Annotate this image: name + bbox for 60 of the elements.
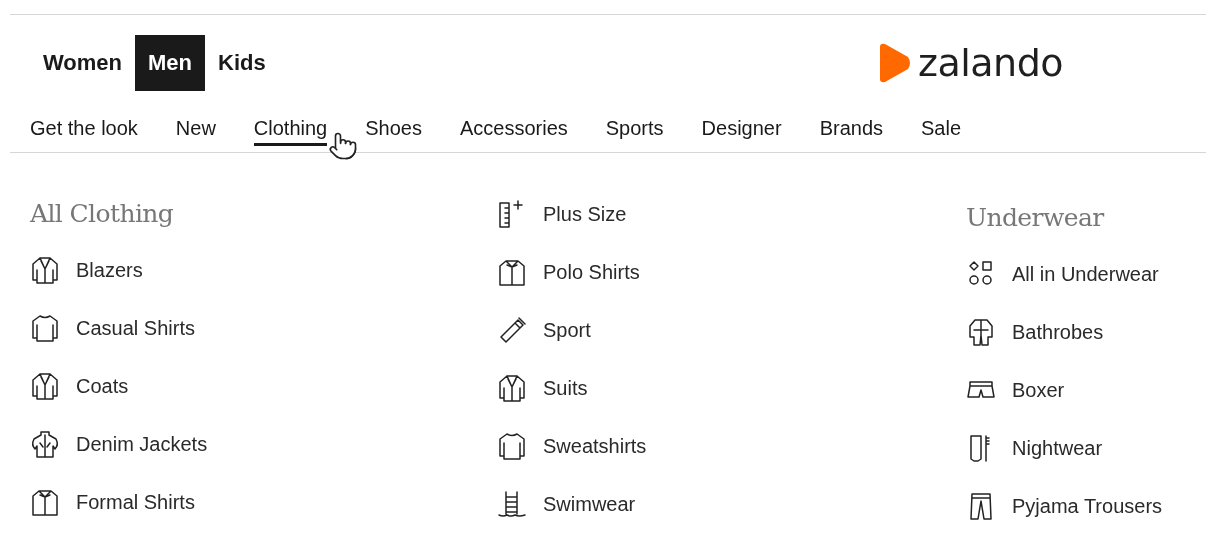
menu-item-label: Sport — [543, 318, 591, 342]
menu-heading[interactable]: All Clothing — [30, 199, 497, 229]
coat-icon — [30, 371, 60, 401]
category-link[interactable]: Shoes — [365, 115, 422, 146]
ladder-icon — [497, 489, 527, 519]
menu-item[interactable]: Suits — [497, 359, 966, 417]
menu-item[interactable]: Coats — [30, 357, 497, 415]
shirt-icon — [30, 313, 60, 343]
menu-item[interactable]: Formal Shirts — [30, 473, 497, 531]
menu-item-label: Pyjama Trousers — [1012, 494, 1163, 518]
menu-item[interactable]: Sweatshirts — [497, 417, 966, 475]
category-link[interactable]: Clothing — [253, 115, 328, 146]
menu-item-label: Suits — [543, 376, 588, 400]
menu-item-label: Coats — [76, 374, 129, 398]
menu-item-label: Casual Shirts — [76, 316, 195, 340]
menu-item-label: Swimwear — [543, 492, 636, 516]
category-link[interactable]: New — [175, 115, 216, 146]
menu-item-label: Denim Jackets — [76, 432, 208, 456]
menu-item-label: Plus Size — [543, 202, 627, 226]
category-link[interactable]: Get the look — [30, 115, 138, 146]
polo-shirt-icon — [497, 257, 527, 287]
bottle-icon — [497, 315, 527, 345]
category-link[interactable]: Accessories — [459, 115, 568, 146]
menu-item[interactable]: Blazers — [30, 241, 497, 299]
menu-item[interactable]: Polo Shirts — [497, 243, 966, 301]
suit-icon — [497, 373, 527, 403]
menu-item[interactable]: Pyjama Trousers — [966, 477, 1206, 535]
menu-item[interactable]: Sport — [497, 301, 966, 359]
menu-item-label: Sweatshirts — [543, 434, 647, 458]
menu-item[interactable]: Bathrobes — [966, 303, 1206, 361]
gender-tab[interactable]: Women — [30, 35, 136, 91]
jacket-icon — [30, 429, 60, 459]
gender-tab[interactable]: Men — [135, 35, 206, 91]
logo[interactable]: zalando — [875, 41, 1063, 85]
category-link[interactable]: Sale — [921, 115, 962, 146]
sweatshirt-icon — [497, 431, 527, 461]
menu-item[interactable]: Boxer — [966, 361, 1206, 419]
menu-item-label: Formal Shirts — [76, 490, 195, 514]
category-link[interactable]: Brands — [819, 115, 883, 146]
shirt-icon — [30, 487, 60, 517]
category-link[interactable]: Designer — [701, 115, 782, 146]
gender-tab[interactable]: Kids — [205, 35, 279, 91]
menu-item[interactable]: Denim Jackets — [30, 415, 497, 473]
menu-item-label: Polo Shirts — [543, 260, 640, 284]
menu-item[interactable]: Casual Shirts — [30, 299, 497, 357]
menu-item-label: Bathrobes — [1012, 320, 1104, 344]
bathrobe-icon — [966, 317, 996, 347]
menu-item[interactable]: Plus Size — [497, 199, 966, 229]
menu-item[interactable]: Nightwear — [966, 419, 1206, 477]
menu-item-label: Blazers — [76, 258, 143, 282]
menu-item-label: All in Underwear — [1012, 262, 1159, 286]
category-link[interactable]: Sports — [605, 115, 664, 146]
menu-item-label: Boxer — [1012, 378, 1065, 402]
blazer-icon — [30, 255, 60, 285]
hand-cursor-icon — [328, 131, 358, 161]
logo-wordmark: zalando — [917, 41, 1063, 85]
menu-item-label: Nightwear — [1012, 436, 1103, 460]
menu-heading[interactable]: Underwear — [966, 203, 1206, 233]
menu-item[interactable]: Swimwear — [497, 475, 966, 533]
menu-item[interactable]: All in Underwear — [966, 245, 1206, 303]
